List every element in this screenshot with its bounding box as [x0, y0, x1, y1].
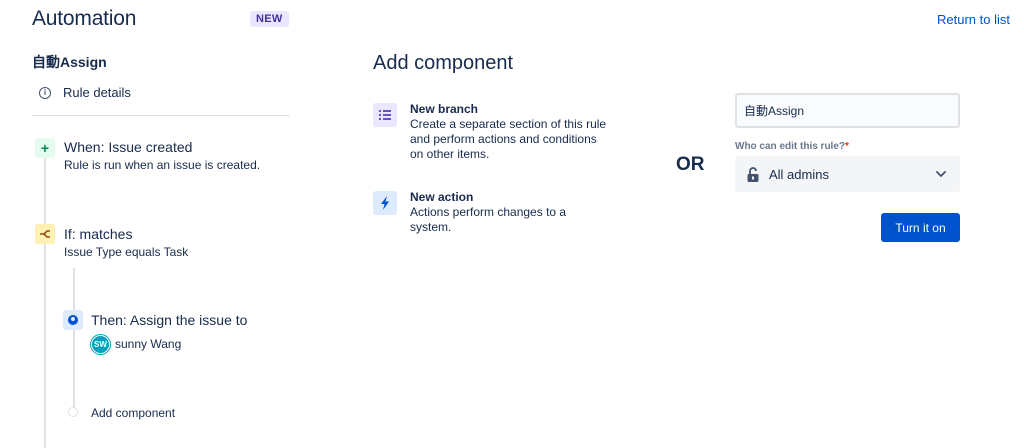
add-component-dot: [68, 407, 78, 417]
rule-details-label: Rule details: [63, 85, 131, 100]
page-title: Automation: [32, 7, 137, 30]
avatar: SW: [91, 335, 110, 354]
editor-permission-select[interactable]: All admins: [735, 156, 960, 192]
rule-details-link[interactable]: i Rule details: [39, 85, 131, 100]
list-branch-icon: [373, 103, 397, 127]
add-component-heading: Add component: [373, 52, 514, 74]
automation-page: Automation NEW Return to list 自動Assign i…: [0, 0, 1024, 448]
new-action-title: New action: [410, 190, 474, 204]
plus-icon: +: [35, 138, 55, 158]
turn-it-on-button[interactable]: Turn it on: [881, 213, 960, 242]
add-component-link[interactable]: Add component: [91, 406, 175, 420]
action-title: Then: Assign the issue to: [91, 312, 248, 328]
divider: [32, 115, 290, 116]
assignee-name: sunny Wang: [115, 337, 182, 351]
required-marker: *: [845, 141, 849, 152]
editor-label-text: Who can edit this rule?: [735, 141, 846, 152]
lightning-bolt-icon: [373, 191, 397, 215]
condition-description: Issue Type equals Task: [64, 245, 189, 259]
return-to-list-link[interactable]: Return to list: [937, 12, 1010, 27]
new-action-description: Actions perform changes to a system.: [410, 205, 567, 234]
user-icon: [63, 310, 83, 330]
info-icon: i: [39, 86, 51, 99]
or-separator: OR: [676, 154, 705, 175]
new-branch-title: New branch: [410, 102, 479, 116]
chevron-down-icon: [934, 167, 948, 181]
new-badge: NEW: [250, 11, 289, 27]
trigger-title: When: Issue created: [64, 139, 193, 155]
rule-name-heading: 自動Assign: [32, 54, 107, 70]
rule-name-input[interactable]: [735, 93, 960, 128]
timeline-line: [44, 152, 46, 448]
editor-selected-value: All admins: [769, 166, 829, 182]
unlock-icon: [747, 167, 759, 182]
editor-field-label: Who can edit this rule?*: [735, 141, 849, 152]
condition-title: If: matches: [64, 226, 133, 242]
new-branch-description: Create a separate section of this rule a…: [410, 117, 607, 161]
trigger-description: Rule is run when an issue is created.: [64, 158, 261, 172]
timeline-branch-line: [73, 268, 75, 408]
branch-condition-icon: [35, 224, 55, 244]
